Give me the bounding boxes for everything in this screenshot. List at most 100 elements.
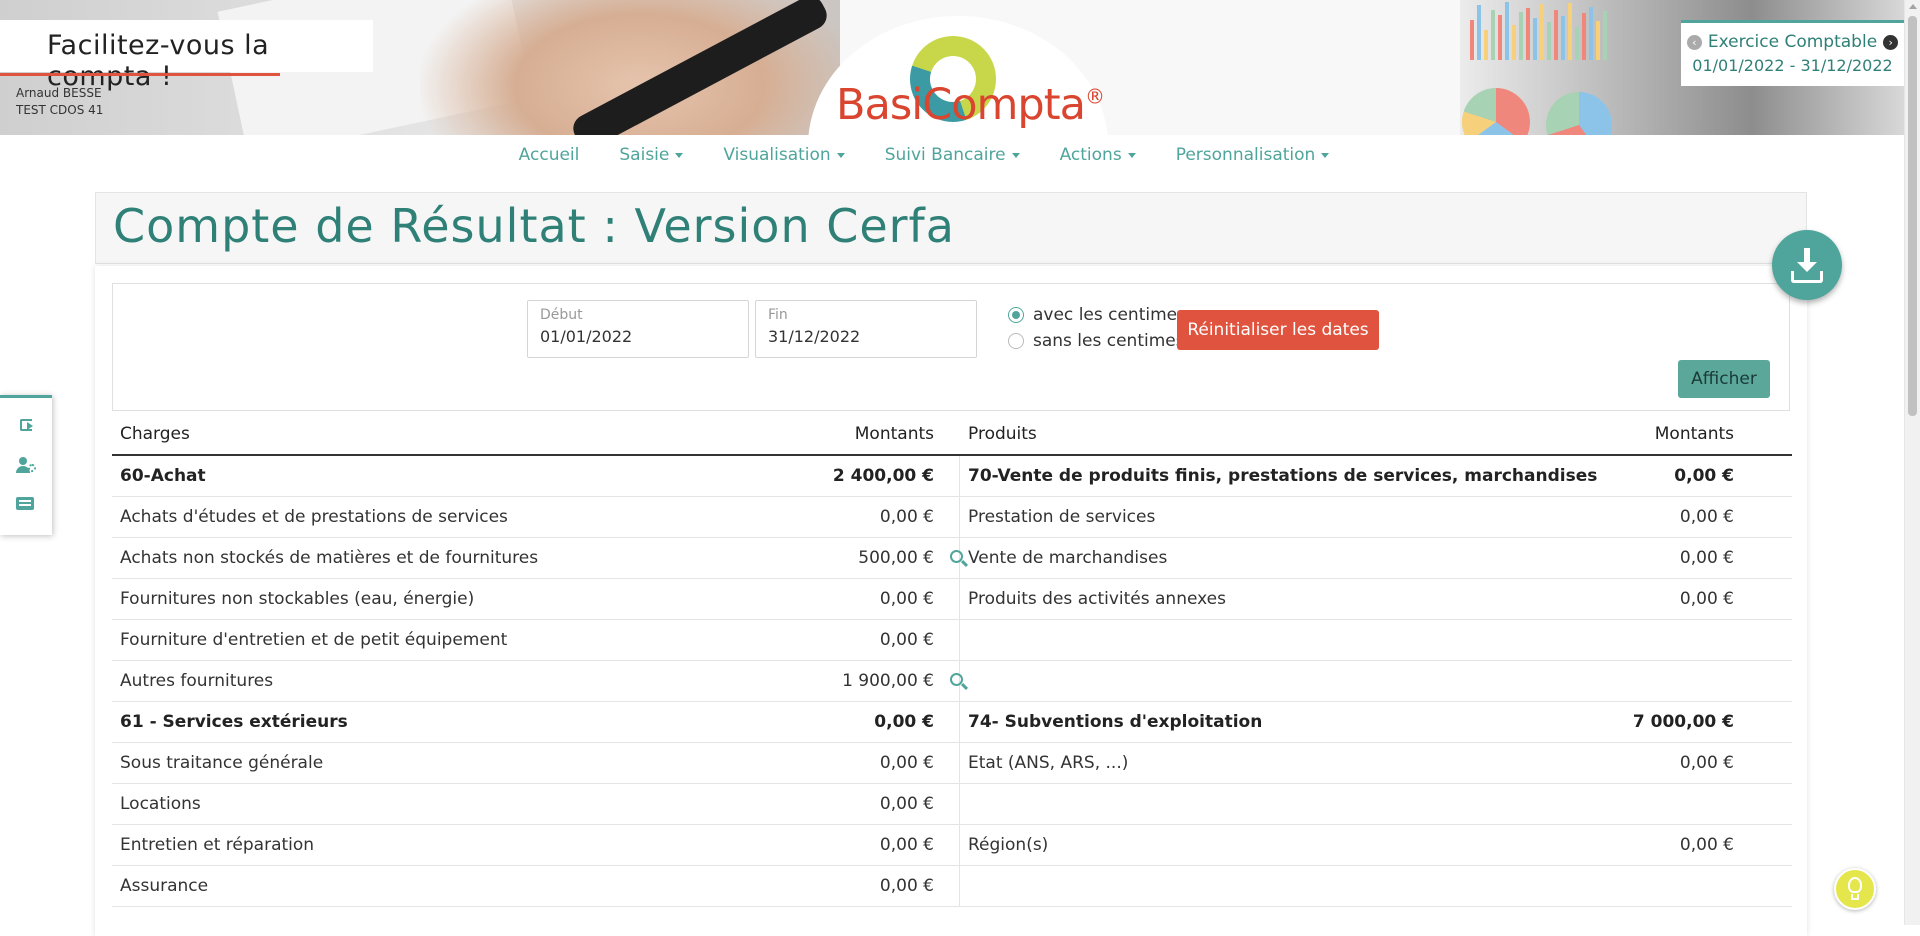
page-title: Compte de Résultat : Version Cerfa <box>113 199 955 253</box>
produit-amount <box>1600 866 1779 906</box>
table-body: 60-Achat 2 400,00 € 70-Vente de produits f… <box>112 456 1792 907</box>
search-detail-icon[interactable] <box>950 550 963 563</box>
table-row: 60-Achat 2 400,00 € 70-Vente de produits f… <box>112 456 1792 497</box>
organization-name: TEST CDOS 41 <box>16 103 104 117</box>
table-header: Charges Montants Produits Montants <box>112 414 1792 456</box>
column-header-produits-amount: Montants <box>1654 424 1734 444</box>
caret-down-icon <box>836 152 845 158</box>
exercice-title: Exercice Comptable <box>1707 32 1878 52</box>
end-date-input[interactable] <box>768 327 958 346</box>
chevron-left-circle-icon[interactable]: ‹ <box>1686 34 1702 50</box>
produit-label <box>960 866 1600 906</box>
radio-avec-centimes[interactable] <box>1008 307 1024 323</box>
start-date-label: Début <box>540 307 583 323</box>
caret-down-icon <box>1011 152 1020 158</box>
produit-label: Etat (ANS, ARS, ...) <box>968 753 1129 773</box>
banner-pie-chart-image <box>1546 92 1612 135</box>
produit-amount: 0,00 € <box>1679 753 1734 773</box>
produit-label: Région(s) <box>968 835 1049 855</box>
row-action <box>942 620 959 660</box>
charge-amount: 1 900,00 € <box>842 671 934 691</box>
chevron-right-circle-icon[interactable]: › <box>1883 34 1899 50</box>
charge-label: Entretien et réparation <box>120 835 315 855</box>
logout-icon[interactable] <box>16 418 36 434</box>
table-row: Assurance 0,00 € <box>112 866 1792 907</box>
table-row: Autres fournitures 1 900,00 € <box>112 661 1792 702</box>
radio-option-sans-centimes[interactable]: sans les centimes <box>1008 328 1186 354</box>
nav-item-accueil[interactable]: Accueil <box>519 145 580 165</box>
page-scrollbar[interactable] <box>1904 0 1920 925</box>
row-action <box>942 743 959 783</box>
user-settings-icon[interactable] <box>16 457 36 473</box>
nav-item-personnalisation[interactable]: Personnalisation <box>1176 145 1330 165</box>
download-tray-icon <box>1791 271 1823 283</box>
row-action <box>942 661 963 701</box>
nav-item-visualisation[interactable]: Visualisation <box>723 145 845 165</box>
charge-label: Sous traitance générale <box>120 753 324 773</box>
start-date-input[interactable] <box>540 327 730 346</box>
nav-item-saisie[interactable]: Saisie <box>619 145 684 165</box>
radio-option-avec-centimes[interactable]: avec les centimes <box>1008 302 1186 328</box>
scrollbar-thumb[interactable] <box>1908 16 1917 416</box>
produit-amount: 7 000,00 € <box>1632 712 1734 732</box>
nav-item-label: Saisie <box>619 145 670 165</box>
charge-label: Fourniture d'entretien et de petit équip… <box>120 630 508 650</box>
produit-label <box>960 661 1600 701</box>
nav-item-label: Actions <box>1059 145 1122 165</box>
tagline-underline <box>0 73 280 76</box>
produit-label <box>960 784 1600 824</box>
end-date-label: Fin <box>768 307 788 323</box>
start-date-field[interactable]: Début <box>527 300 749 358</box>
charge-label: Autres fournitures <box>120 671 274 691</box>
table-row: Fourniture d'entretien et de petit équip… <box>112 620 1792 661</box>
row-action <box>942 538 963 578</box>
search-detail-icon[interactable] <box>950 673 963 686</box>
produit-amount <box>1600 620 1779 660</box>
charge-amount: 2 400,00 € <box>832 466 934 486</box>
charge-amount: 0,00 € <box>879 589 934 609</box>
filter-panel: Début Fin avec les centimes sans les cen… <box>112 283 1790 411</box>
nav-item-actions[interactable]: Actions <box>1060 145 1136 165</box>
caret-down-icon <box>675 152 684 158</box>
row-action <box>942 579 959 619</box>
afficher-button[interactable]: Afficher <box>1678 360 1770 398</box>
user-info: Arnaud BESSE TEST CDOS 41 <box>16 85 103 119</box>
charge-label: Fournitures non stockables (eau, énergie… <box>120 589 475 609</box>
end-date-field[interactable]: Fin <box>755 300 977 358</box>
help-button[interactable] <box>1834 868 1876 910</box>
charge-label: 61 - Services extérieurs <box>120 712 348 732</box>
logo-registered-mark: ® <box>1084 84 1105 109</box>
logo[interactable]: BasiCompta® <box>836 80 1105 130</box>
row-action <box>942 702 959 742</box>
produit-label: Produits des activités annexes <box>968 589 1226 609</box>
banner-pie-chart-image <box>1462 88 1530 135</box>
table-row: Fournitures non stockables (eau, énergie… <box>112 579 1792 620</box>
column-header-action <box>942 414 959 454</box>
charge-amount: 0,00 € <box>874 712 934 732</box>
table-row: Sous traitance générale 0,00 € Etat (ANS, … <box>112 743 1792 784</box>
row-action <box>942 497 959 537</box>
produit-label: Vente de marchandises <box>968 548 1168 568</box>
exercice-comptable-panel: ‹ Exercice Comptable › 01/01/2022 - 31/1… <box>1681 20 1904 86</box>
charge-label: Assurance <box>120 876 209 896</box>
radio-label: avec les centimes <box>1033 305 1186 325</box>
table-row: 61 - Services extérieurs 0,00 € 74- Subven… <box>112 702 1792 743</box>
produit-label: Prestation de services <box>968 507 1156 527</box>
nav-item-label: Visualisation <box>723 145 831 165</box>
download-button[interactable] <box>1772 230 1842 300</box>
nav-item-suivi-bancaire[interactable]: Suivi Bancaire <box>885 145 1020 165</box>
charge-amount: 0,00 € <box>879 630 934 650</box>
centimes-radio-group: avec les centimes sans les centimes <box>1008 302 1186 354</box>
produit-label <box>960 620 1600 660</box>
scroll-up-arrow-icon[interactable] <box>1909 4 1917 9</box>
reset-dates-button[interactable]: Réinitialiser les dates <box>1177 310 1379 350</box>
nav-item-label: Personnalisation <box>1175 145 1316 165</box>
produit-amount: 0,00 € <box>1679 507 1734 527</box>
radio-label: sans les centimes <box>1033 331 1185 351</box>
radio-sans-centimes[interactable] <box>1008 333 1024 349</box>
list-icon[interactable] <box>16 496 36 512</box>
table-row: Achats non stockés de matières et de fou… <box>112 538 1792 579</box>
produit-amount: 0,00 € <box>1679 548 1734 568</box>
charge-amount: 0,00 € <box>879 507 934 527</box>
table-row: Entretien et réparation 0,00 € Région(s) 0,… <box>112 825 1792 866</box>
